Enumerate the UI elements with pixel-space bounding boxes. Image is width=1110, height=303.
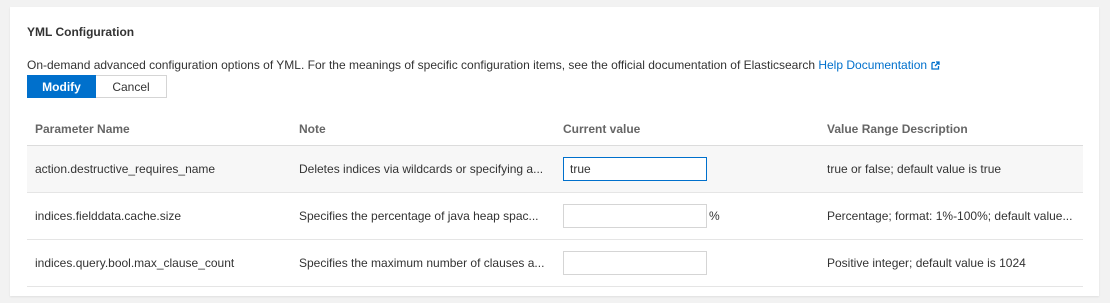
note-text: Specifies the maximum number of clauses …: [299, 256, 545, 270]
parameter-name-cell: indices.fielddata.cache.size: [27, 192, 291, 240]
note-text: Deletes indices via wildcards or specify…: [299, 162, 544, 176]
table-row: indices.query.bool.max_clause_count Spec…: [27, 239, 1083, 287]
column-header-current-value: Current value: [555, 112, 819, 146]
help-link-label: Help Documentation: [818, 58, 928, 72]
current-value-input[interactable]: [563, 251, 707, 275]
note-cell: Specifies the percentage of java heap sp…: [291, 192, 555, 240]
action-buttons: Modify Cancel: [27, 75, 167, 98]
value-range-text: Percentage; format: 1%-100%; default val…: [827, 209, 1073, 223]
section-title: YML Configuration: [27, 25, 135, 39]
value-range-cell: Positive integer; default value is 1024: [819, 239, 1083, 287]
value-range-cell: Percentage; format: 1%-100%; default val…: [819, 192, 1083, 240]
table-row: indices.fielddata.cache.size Specifies t…: [27, 192, 1083, 240]
external-link-icon: [931, 59, 940, 73]
modify-button[interactable]: Modify: [27, 75, 96, 98]
yml-configuration-panel: YML Configuration On-demand advanced con…: [10, 7, 1099, 296]
cancel-button[interactable]: Cancel: [96, 75, 167, 98]
parameters-table: Parameter Name Note Current value Value …: [27, 112, 1083, 287]
help-documentation-link[interactable]: Help Documentation: [818, 58, 940, 72]
section-description: On-demand advanced configuration options…: [27, 58, 940, 73]
table-row: action.destructive_requires_name Deletes…: [27, 145, 1083, 193]
unit-label: %: [709, 209, 720, 223]
note-cell: Specifies the maximum number of clauses …: [291, 239, 555, 287]
note-cell: Deletes indices via wildcards or specify…: [291, 145, 555, 193]
parameter-name-cell: indices.query.bool.max_clause_count: [27, 239, 291, 287]
current-value-input[interactable]: [563, 204, 707, 228]
current-value-input[interactable]: [563, 157, 707, 181]
value-range-cell: true or false; default value is true: [819, 145, 1083, 193]
parameter-name-cell: action.destructive_requires_name: [27, 145, 291, 193]
current-value-cell: [555, 239, 819, 287]
table-header-row: Parameter Name Note Current value Value …: [27, 112, 1083, 146]
current-value-cell: %: [555, 192, 819, 240]
current-value-cell: [555, 145, 819, 193]
column-header-value-range: Value Range Description: [819, 112, 1083, 146]
column-header-parameter-name: Parameter Name: [27, 112, 291, 146]
note-text: Specifies the percentage of java heap sp…: [299, 209, 539, 223]
column-header-note: Note: [291, 112, 555, 146]
description-text: On-demand advanced configuration options…: [27, 58, 815, 72]
